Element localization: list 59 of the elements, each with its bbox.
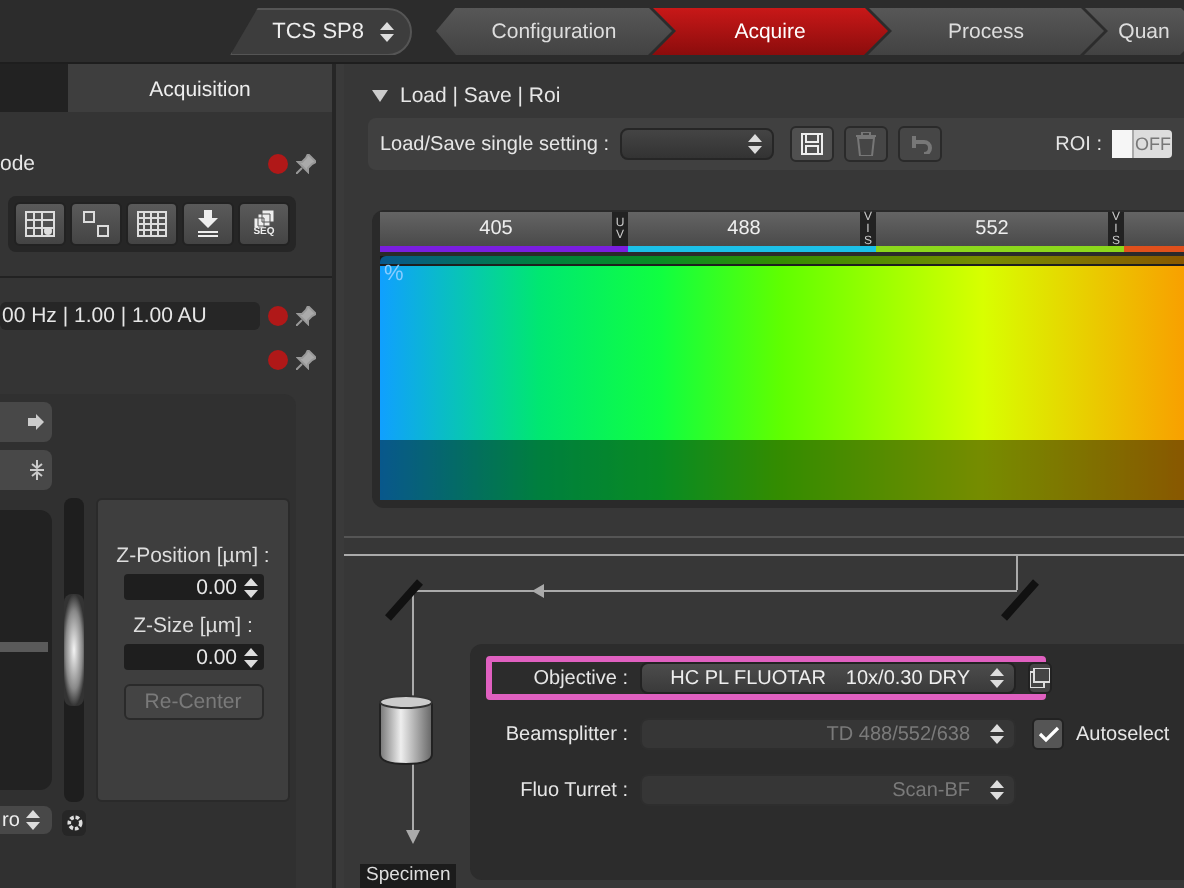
panel-tab[interactable]: Acquisition — [68, 64, 332, 112]
download-icon — [196, 210, 220, 238]
z-position-field[interactable]: 0.00 — [123, 574, 263, 600]
save-icon — [799, 132, 824, 156]
unit-label: % — [384, 262, 404, 286]
settings-icon[interactable] — [62, 810, 86, 836]
field-label: Fluo Turret : — [518, 779, 628, 801]
check-icon — [1037, 725, 1059, 743]
collapse-triangle-icon[interactable] — [372, 88, 388, 104]
objective-dropdown[interactable]: HC PL FLUOTAR 10x/0.30 DRY — [640, 662, 1016, 694]
center-button[interactable] — [0, 450, 52, 490]
updown-arrows-icon — [990, 668, 1004, 688]
workflow-step-tab[interactable]: Configuration — [436, 7, 672, 55]
trash-icon — [855, 132, 876, 156]
objective-lens-drawing — [378, 694, 434, 766]
tool-button[interactable] — [70, 202, 122, 246]
pin-icon[interactable] — [296, 154, 316, 174]
workflow-step-tab[interactable]: Process — [868, 7, 1104, 55]
field-label: Objective : — [531, 667, 628, 689]
z-size-field[interactable]: 0.00 — [123, 644, 263, 670]
pin-icon[interactable] — [296, 350, 316, 370]
setting-dropdown[interactable] — [619, 128, 774, 160]
specimen-label: Specimen — [360, 864, 457, 888]
updown-arrows-icon — [990, 724, 1004, 744]
field-label: ROI : — [1055, 133, 1102, 155]
field-label: Load/Save single setting : — [380, 133, 610, 155]
tool-button[interactable] — [182, 202, 234, 246]
system-selector[interactable]: TCS SP8 — [230, 7, 412, 55]
updown-arrows-icon — [747, 134, 762, 154]
undo-icon — [907, 134, 932, 154]
mode-dropdown[interactable]: ro — [0, 806, 52, 834]
workflow-step-tab[interactable]: Quan — [1084, 7, 1184, 55]
field-label: Z-Size [µm] : — [133, 614, 253, 638]
stack-icon — [254, 210, 274, 228]
tool-button[interactable] — [14, 202, 66, 246]
workflow-step-tab[interactable]: Acquire — [652, 7, 888, 55]
z-slider[interactable] — [64, 498, 84, 802]
pin-icon[interactable] — [296, 306, 316, 326]
grid-dot-icon — [24, 210, 56, 238]
save-button[interactable] — [789, 126, 834, 162]
updown-arrows-icon — [243, 577, 257, 597]
scan-settings-field[interactable]: 00 Hz | 1.00 | 1.00 AU — [0, 302, 260, 330]
vertical-arrows-icon — [30, 460, 44, 480]
updown-arrows-icon — [25, 810, 40, 830]
tool-button[interactable] — [126, 202, 178, 246]
checkbox-label: Autoselect — [1076, 723, 1170, 745]
updown-arrows-icon — [990, 780, 1004, 800]
right-arrow-icon — [28, 414, 44, 430]
squares-icon — [82, 210, 110, 238]
section-title: Load | Save | Roi — [400, 84, 561, 108]
document-icon — [1030, 668, 1050, 688]
section-title: ode — [0, 152, 38, 176]
grid-icon — [136, 210, 168, 238]
updown-arrows-icon — [380, 21, 394, 41]
right-arrow-button[interactable] — [0, 402, 52, 442]
updown-arrows-icon — [243, 647, 257, 667]
field-label: Z-Position [µm] : — [116, 544, 270, 568]
objective-info-button[interactable] — [1028, 662, 1052, 694]
field-label: Beamsplitter : — [503, 723, 628, 745]
